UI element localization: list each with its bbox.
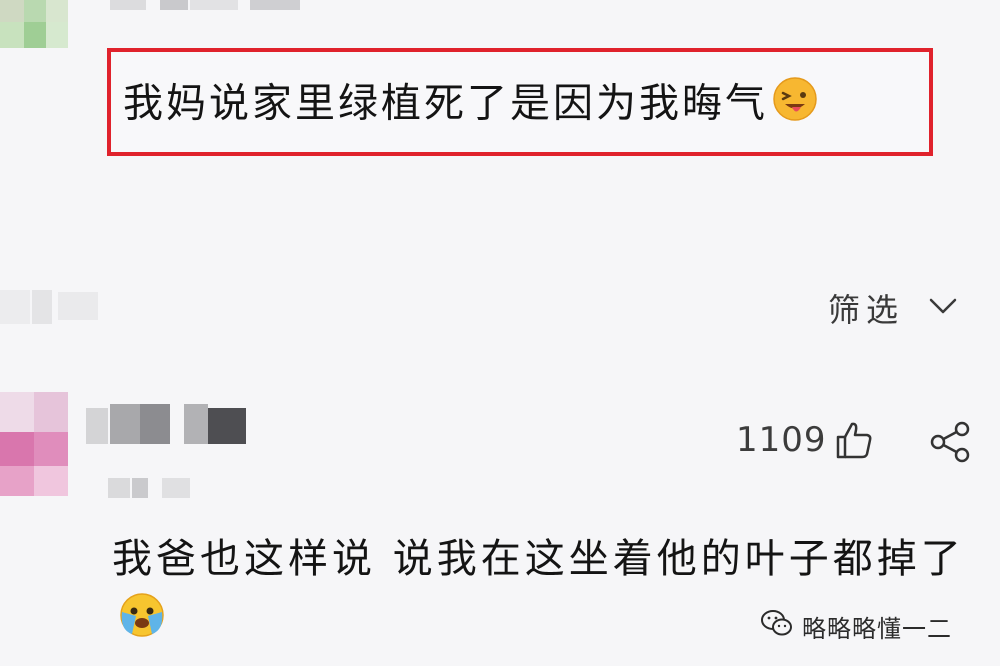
highlighted-comment: 我妈说家里绿植死了是因为我晦气 [123,76,818,135]
comment-text: 我爸也这样说 说我在这坐着他的叶子都掉了 [112,536,965,582]
filter-label: 筛选 [828,291,905,329]
chevron-down-icon [928,296,958,320]
tongue-wink-emoji [772,76,818,135]
avatar-top[interactable] [0,0,70,50]
share-icon[interactable] [926,418,974,470]
highlighted-comment-text: 我妈说家里绿植死了是因为我晦气 [123,80,768,127]
like-count: 1109 [736,420,827,460]
watermark: 略略略懂一二 [760,606,952,646]
highlighted-comment-box: 我妈说家里绿植死了是因为我晦气 [107,48,933,156]
crying-emoji [116,590,168,656]
watermark-text: 略略略懂一二 [802,614,952,643]
avatar[interactable] [0,392,70,502]
wechat-logo-icon [760,608,794,644]
filter-button[interactable]: 筛选 [828,286,958,330]
thumbs-up-icon[interactable] [832,418,876,466]
